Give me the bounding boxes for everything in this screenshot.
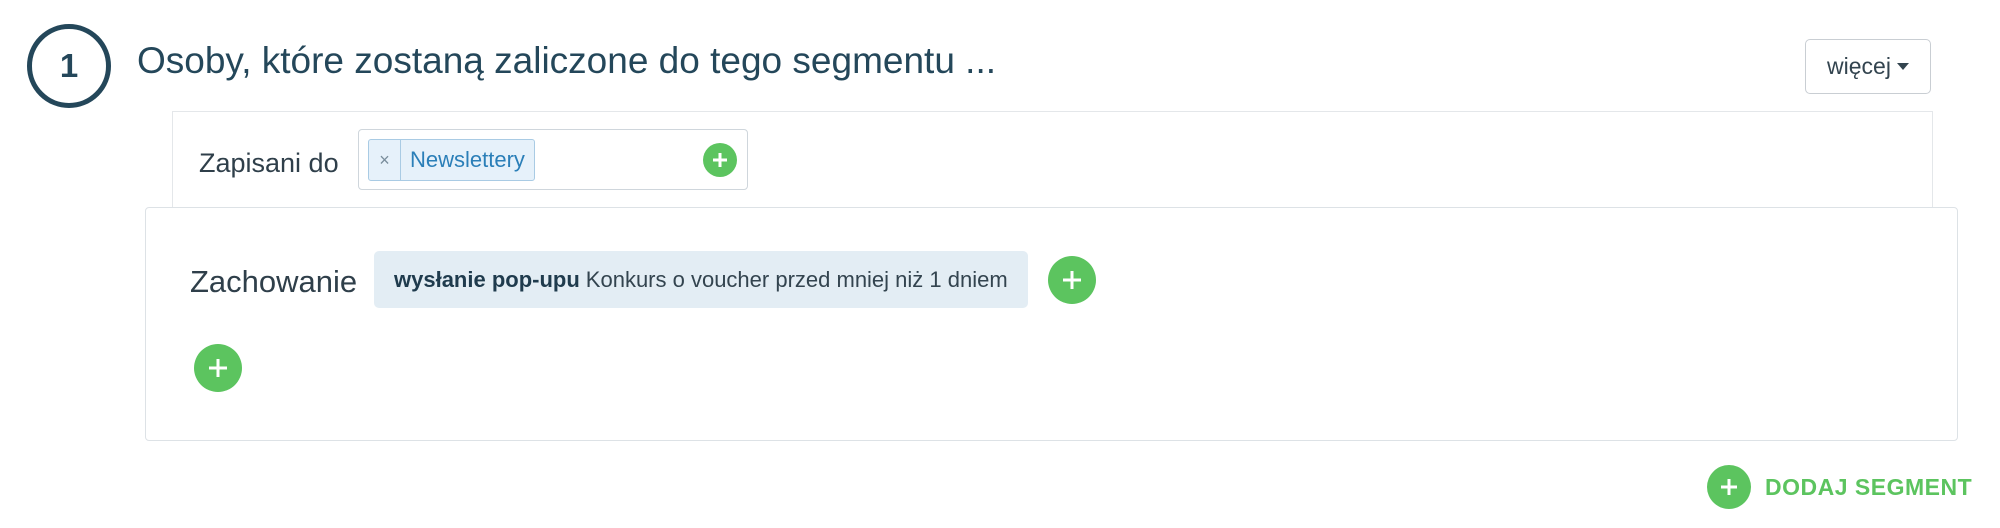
add-behavior-button[interactable] — [194, 344, 242, 392]
subscribed-to-panel: Zapisani do × Newslettery — [172, 111, 1933, 207]
condition-detail: Konkurs o voucher przed mniej niż 1 dnie… — [585, 266, 1008, 292]
behavior-label: Zachowanie — [190, 264, 358, 299]
behavior-panel: Zachowanie wysłanie pop-upu Konkurs o vo… — [145, 207, 1958, 441]
step-number: 1 — [59, 47, 79, 84]
add-list-button[interactable] — [703, 143, 737, 177]
condition-action: wysłanie pop-upu — [394, 266, 580, 292]
close-icon[interactable]: × — [369, 140, 401, 180]
plus-icon — [713, 153, 727, 167]
more-button-label: więcej — [1827, 53, 1891, 79]
caret-down-icon — [1896, 63, 1909, 70]
plus-icon — [1721, 479, 1737, 495]
page-title: Osoby, które zostaną zaliczone do tego s… — [137, 40, 997, 81]
subscribed-to-label: Zapisani do — [199, 148, 339, 178]
add-segment-label: DODAJ SEGMENT — [1765, 473, 1973, 500]
tag-newslettery: × Newslettery — [368, 139, 535, 181]
add-condition-button[interactable] — [1048, 256, 1096, 304]
tag-label: Newslettery — [410, 147, 525, 172]
more-dropdown-button[interactable]: więcej — [1805, 39, 1931, 94]
step-number-badge: 1 — [27, 24, 111, 108]
add-segment-button[interactable]: DODAJ SEGMENT — [1707, 465, 1972, 509]
behavior-condition-chip[interactable]: wysłanie pop-upu Konkurs o voucher przed… — [374, 251, 1028, 308]
plus-icon — [1063, 271, 1081, 289]
segment-editor: 1 Osoby, które zostaną zaliczone do tego… — [0, 0, 2000, 528]
add-segment-plus — [1707, 465, 1751, 509]
list-tag-input[interactable]: × Newslettery — [358, 129, 748, 190]
plus-icon — [209, 359, 227, 377]
